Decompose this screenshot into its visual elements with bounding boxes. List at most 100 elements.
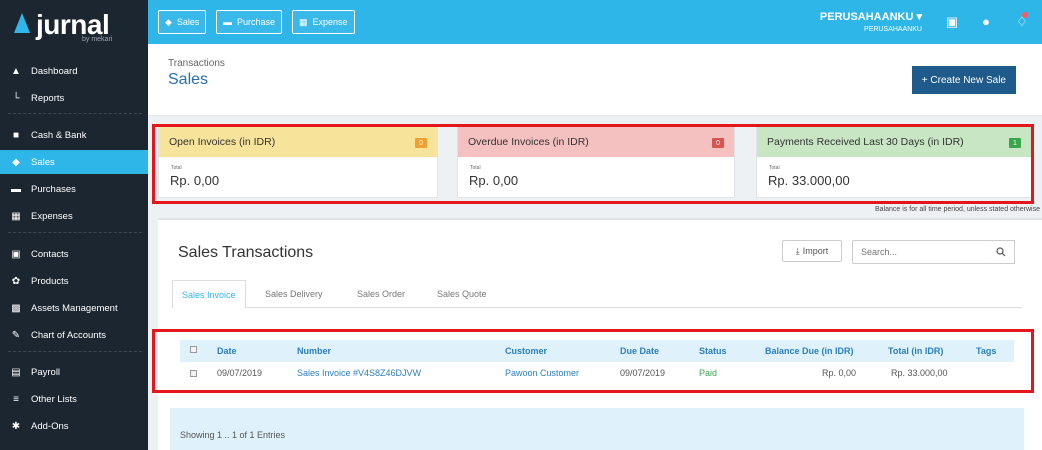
nav-divider [8,113,142,114]
select-all-checkbox[interactable] [190,346,197,353]
sidebar-item-label: Purchases [31,183,76,195]
sidebar-item-label: Other Lists [31,393,77,405]
sidebar-item-other-lists[interactable]: ≡ Other Lists [0,387,148,411]
sidebar-item-assets[interactable]: ▩ Assets Management [0,296,148,320]
column-customer[interactable]: Customer [505,346,547,356]
clock-icon[interactable]: ● [978,14,994,30]
tab-sales-invoice[interactable]: Sales Invoice [172,280,246,309]
sidebar-item-purchases[interactable]: ▬ Purchases [0,177,148,201]
sidebar-item-label: Chart of Accounts [31,329,106,341]
sales-quick-button[interactable]: ◆ Sales [158,10,207,34]
row-invoice-number-link[interactable]: Sales Invoice #V4S8Z46DJVW [297,368,421,378]
expense-quick-button[interactable]: ▦ Expense [292,10,355,34]
expense-icon: ▦ [299,16,308,27]
row-balance-due: Rp. 0,00 [822,368,857,378]
row-status: Paid [699,368,718,378]
sidebar-item-sales[interactable]: ◆ Sales [0,150,148,174]
card-title: Overdue Invoices (in IDR) [468,136,589,148]
search-button[interactable] [987,240,1015,264]
tab-sales-delivery[interactable]: Sales Delivery [256,280,332,308]
puzzle-icon: ✱ [11,420,21,432]
column-status[interactable]: Status [699,346,727,356]
company-switcher[interactable]: PERUSAHAANKU ▾ PERUSAHAANKU [820,10,922,33]
overdue-invoices-card[interactable]: Overdue Invoices (in IDR) 0 Total Rp. 0,… [457,126,735,198]
nav-divider [8,351,142,352]
nav-divider [8,232,142,233]
card-title: Open Invoices (in IDR) [169,136,276,148]
assets-icon: ▩ [11,302,21,314]
sidebar-item-label: Assets Management [31,302,118,314]
row-checkbox[interactable] [190,370,197,377]
column-number[interactable]: Number [297,346,331,356]
sidebar-item-payroll[interactable]: ▤ Payroll [0,360,148,384]
entries-count: Showing 1 .. 1 of 1 Entries [180,430,286,440]
monitor-icon[interactable]: ▣ [944,14,960,30]
sidebar-item-label: Payroll [31,366,61,378]
transaction-tabs: Sales Invoice Sales Delivery Sales Order… [172,280,1022,309]
card-value: Rp. 0,00 [170,173,220,188]
search-input[interactable] [852,240,988,264]
sidebar-item-label: Add-Ons [31,420,69,432]
sidebar-item-chart-of-accounts[interactable]: ✎ Chart of Accounts [0,323,148,347]
row-total: Rp. 33.000,00 [891,368,948,378]
contacts-icon: ▣ [11,248,21,260]
balance-note: Balance is for all time period, unless s… [875,206,1040,213]
payments-received-card[interactable]: Payments Received Last 30 Days (in IDR) … [756,126,1032,198]
payroll-icon: ▤ [11,366,21,378]
column-due-date[interactable]: Due Date [620,346,659,356]
sidebar-item-label: Products [31,275,69,287]
card-total-label: Total [171,165,182,171]
section-title: Sales Transactions [178,244,314,261]
notification-dot [1022,12,1028,18]
breadcrumb[interactable]: Transactions [168,58,225,69]
company-sub: PERUSAHAANKU [864,26,922,33]
expense-quick-label: Expense [312,17,348,27]
tab-sales-quote[interactable]: Sales Quote [428,280,496,308]
logo-subtitle: by mekari [82,36,113,43]
card-value: Rp. 33.000,00 [768,173,850,188]
download-icon: ⤓ [795,245,800,256]
row-customer-link[interactable]: Pawoon Customer [505,368,579,378]
create-new-sale-button[interactable]: + Create New Sale [911,66,1016,94]
sidebar-item-products[interactable]: ✿ Products [0,269,148,293]
logo[interactable]: jurnal by mekari [0,0,148,50]
sidebar-item-label: Expenses [31,210,73,222]
sidebar-item-expenses[interactable]: ▦ Expenses [0,204,148,228]
card-header: Payments Received Last 30 Days (in IDR) … [757,127,1031,157]
card-badge: 1 [1009,138,1021,148]
table-header: Date Number Customer Due Date Status Bal… [180,340,1014,362]
row-date: 09/07/2019 [217,368,263,378]
sidebar-item-contacts[interactable]: ▣ Contacts [0,242,148,266]
row-due-date: 09/07/2019 [620,368,666,378]
table-footer: Showing 1 .. 1 of 1 Entries [170,408,1024,450]
products-icon: ✿ [11,275,21,287]
card-badge: 0 [415,138,427,148]
column-tags[interactable]: Tags [976,346,996,356]
column-date[interactable]: Date [217,346,237,356]
sales-transactions-panel: Sales Transactions ⤓ Import Sales Invoic… [158,218,1042,450]
sidebar-item-reports[interactable]: └ Reports [0,86,148,110]
card-title: Payments Received Last 30 Days (in IDR) [767,136,964,148]
sidebar-item-label: Sales [31,156,55,168]
sidebar-item-label: Reports [31,92,65,104]
sidebar-item-cash-bank[interactable]: ■ Cash & Bank [0,123,148,147]
column-total[interactable]: Total (in IDR) [888,346,943,356]
sales-quick-label: Sales [176,17,200,27]
topbar: ◆ Sales ▬ Purchase ▦ Expense PERUSAHAANK… [148,0,1042,44]
chevron-down-icon: ▾ [916,11,922,23]
sales-tag-icon: ◆ [12,156,20,168]
page-header: Transactions Sales + Create New Sale [148,44,1042,116]
purchases-icon: ▬ [11,183,21,195]
purchase-quick-button[interactable]: ▬ Purchase [216,10,283,34]
card-value: Rp. 0,00 [469,173,519,188]
tab-sales-order[interactable]: Sales Order [348,280,414,308]
sidebar-item-label: Dashboard [31,65,78,77]
open-invoices-card[interactable]: Open Invoices (in IDR) 0 Total Rp. 0,00 [158,126,438,198]
sidebar-item-add-ons[interactable]: ✱ Add-Ons [0,414,148,438]
column-balance-due[interactable]: Balance Due (in IDR) [765,346,854,356]
dashboard-icon: ▲ [11,65,21,77]
list-icon: ≡ [13,393,19,405]
sidebar-item-label: Cash & Bank [31,129,87,141]
sidebar-item-dashboard[interactable]: ▲ Dashboard [0,59,148,83]
import-button[interactable]: ⤓ Import [782,240,842,262]
